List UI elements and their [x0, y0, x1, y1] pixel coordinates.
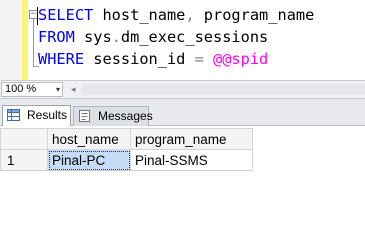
results-grid-icon [7, 109, 20, 121]
column-program-name: program_name [194, 6, 315, 24]
column-host-name: host_name [93, 6, 186, 24]
row-number[interactable]: 1 [0, 149, 48, 171]
code-line-1[interactable]: SELECT host_name, program_name [38, 4, 314, 26]
results-pane: host_name program_name 1 Pinal-PC Pinal-… [0, 127, 365, 204]
results-tab-strip: Results Messages [0, 99, 365, 126]
zoom-value: 100 % [5, 83, 37, 95]
tab-results-label: Results [27, 108, 68, 122]
keyword-select: SELECT [38, 6, 94, 24]
column-session-id: session_id [84, 50, 195, 68]
table-row: 1 Pinal-PC Pinal-SSMS [0, 149, 253, 171]
view-name: dm_exec_sessions [120, 28, 269, 46]
grid-header-row: host_name program_name [0, 128, 253, 150]
chevron-down-icon[interactable]: ▾ [56, 83, 60, 96]
change-indicator-bar [22, 0, 28, 80]
equals-operator: = [194, 50, 204, 68]
editor-gutter [0, 0, 22, 80]
zoom-dropdown[interactable]: 100 % ▾ [1, 82, 63, 97]
cell-program-name[interactable]: Pinal-SSMS [130, 149, 253, 171]
code-line-2[interactable]: FROM sys.dm_exec_sessions [38, 26, 268, 48]
keyword-where: WHERE [38, 50, 85, 68]
horizontal-scrollbar[interactable] [82, 84, 365, 95]
scroll-left-icon[interactable]: ◂ [71, 82, 76, 97]
editor-status-strip: 100 % ▾ ◂ [0, 80, 365, 99]
keyword-from: FROM [38, 28, 75, 46]
query-editor[interactable]: − SELECT host_name, program_name FROM sy… [0, 0, 365, 80]
tab-messages[interactable]: Messages [73, 106, 153, 126]
tab-results[interactable]: Results [2, 105, 71, 126]
messages-icon [79, 110, 90, 122]
cell-host-name[interactable]: Pinal-PC [47, 149, 131, 171]
results-grid: host_name program_name 1 Pinal-PC Pinal-… [0, 128, 253, 171]
comma: , [185, 6, 195, 24]
outline-line [33, 19, 34, 66]
spid-function: @@spid [203, 50, 269, 68]
column-header-host-name[interactable]: host_name [47, 128, 131, 150]
code-line-3[interactable]: WHERE session_id = @@spid [38, 48, 268, 70]
grid-corner-cell[interactable] [0, 128, 48, 150]
column-header-program-name[interactable]: program_name [130, 128, 253, 150]
tab-messages-label: Messages [98, 109, 153, 123]
dot: . [111, 28, 121, 46]
schema-name: sys [74, 28, 112, 46]
